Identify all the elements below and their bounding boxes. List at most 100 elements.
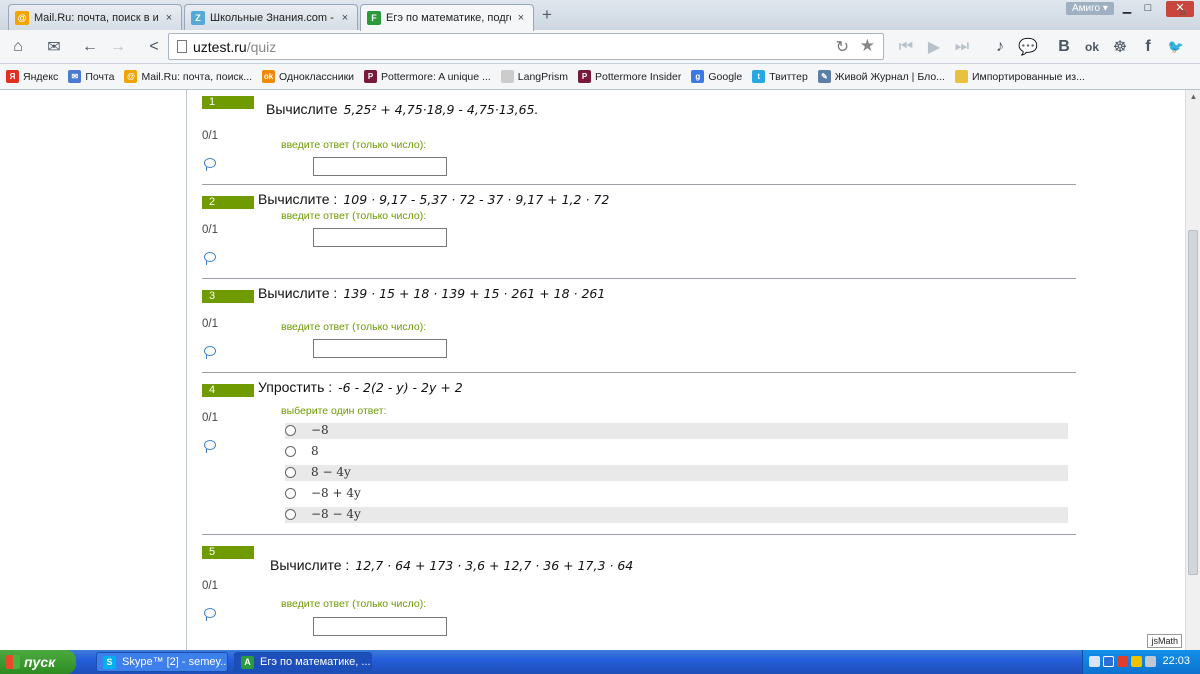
games-icon[interactable]: ☸ bbox=[1106, 33, 1134, 61]
comment-icon[interactable] bbox=[204, 608, 216, 621]
bookmark-item[interactable]: t Твиттер bbox=[752, 70, 808, 83]
media-prev-icon[interactable]: ⏮ bbox=[892, 33, 920, 61]
taskbar-item-label: Skype™ [2] - semey... bbox=[122, 656, 228, 668]
scroll-thumb[interactable] bbox=[1188, 230, 1198, 575]
bookmark-item[interactable]: ✉ Почта bbox=[68, 70, 114, 83]
answer-option[interactable]: −8 bbox=[285, 423, 1068, 439]
question-number: 5 bbox=[202, 546, 254, 559]
star-icon[interactable]: ★ bbox=[860, 36, 875, 56]
odnoklassniki-icon[interactable]: ok bbox=[1078, 33, 1106, 61]
bookmark-item[interactable]: LangPrism bbox=[500, 70, 568, 83]
score-badge: 0/1 bbox=[202, 580, 218, 592]
start-button[interactable]: пуск bbox=[0, 650, 76, 674]
comment-icon[interactable] bbox=[204, 252, 216, 265]
tab-uztest[interactable]: F Егэ по математике, подготов × bbox=[360, 4, 534, 31]
question-text: Вычислите : 12,7 · 64 + 173 · 3,6 + 12,7 … bbox=[270, 557, 633, 573]
bookmark-item[interactable]: ok Одноклассники bbox=[262, 70, 354, 83]
bookmark-label: Одноклассники bbox=[279, 70, 355, 83]
tray-arrow-icon[interactable] bbox=[1089, 656, 1100, 667]
answer-option[interactable]: −8 − 4y bbox=[285, 507, 1068, 523]
score-badge: 0/1 bbox=[202, 318, 218, 330]
close-icon[interactable]: × bbox=[515, 12, 527, 24]
scroll-up-arrow-icon[interactable]: ▲ bbox=[1188, 92, 1199, 103]
question-text: Вычислите : 139 · 15 + 18 · 139 + 15 · 26… bbox=[258, 285, 605, 301]
jsmath-button[interactable]: jsMath bbox=[1147, 634, 1182, 648]
media-next-icon[interactable]: ⏭ bbox=[948, 33, 976, 61]
tab-title: Егэ по математике, подготов bbox=[386, 12, 511, 24]
share-icon[interactable]: < bbox=[140, 33, 168, 61]
maximize-button[interactable]: □ bbox=[1139, 1, 1157, 17]
taskbar-item-browser[interactable]: A Егэ по математике, ... bbox=[234, 652, 372, 672]
bookmark-item[interactable]: g Google bbox=[691, 70, 742, 83]
close-icon[interactable]: × bbox=[339, 12, 351, 24]
question-5: 5 Вычислите : 12,7 · 64 + 173 · 3,6 + 12,7… bbox=[202, 546, 1074, 650]
home-icon[interactable]: ⌂ bbox=[4, 33, 32, 61]
answer-option[interactable]: 8 bbox=[285, 444, 1068, 460]
chat-icon[interactable]: 💬 bbox=[1014, 33, 1042, 61]
question-number: 3 bbox=[202, 290, 254, 303]
znanija-icon: Z bbox=[191, 10, 205, 25]
question-expression: 139 · 15 + 18 · 139 + 15 · 261 + 18 · 26… bbox=[343, 286, 606, 301]
windows-flag-icon bbox=[6, 655, 20, 669]
minimize-button[interactable]: ▁ bbox=[1118, 1, 1136, 17]
tab-znanija[interactable]: Z Школьные Знания.com - Реш × bbox=[184, 4, 358, 30]
bookmark-item[interactable]: ✎ Живой Журнал | Бло... bbox=[817, 70, 945, 83]
bookmark-item[interactable]: P Pottermore Insider bbox=[577, 70, 682, 83]
bookmark-item[interactable]: Импортированные из... bbox=[954, 70, 1085, 83]
vk-icon[interactable]: B bbox=[1050, 33, 1078, 61]
antivirus-icon[interactable] bbox=[1117, 656, 1128, 667]
tab-title: Школьные Знания.com - Реш bbox=[210, 11, 335, 24]
radio-button[interactable] bbox=[285, 446, 296, 457]
comment-icon[interactable] bbox=[204, 440, 216, 453]
question-number: 1 bbox=[202, 96, 254, 109]
back-button[interactable]: ← bbox=[76, 33, 104, 61]
radio-button[interactable] bbox=[285, 488, 296, 499]
facebook-icon[interactable]: f bbox=[1134, 33, 1162, 61]
twitter-icon[interactable]: 🐦 bbox=[1162, 33, 1190, 61]
toolbar: ⌂ ✉ ← → < uztest.ru /quiz ↻ ★ ⏮ ▶ ⏭ ♪ 💬 … bbox=[0, 30, 1200, 64]
answer-input[interactable] bbox=[313, 617, 447, 636]
bookmark-label: Pottermore Insider bbox=[594, 70, 682, 83]
bookmark-label: Pottermore: A unique ... bbox=[381, 70, 491, 83]
close-icon[interactable]: × bbox=[163, 12, 175, 24]
taskbar-item-skype[interactable]: S Skype™ [2] - semey... bbox=[96, 652, 228, 672]
question-label: Вычислите bbox=[266, 101, 338, 117]
bookmarks-overflow-icon[interactable]: » bbox=[1179, 5, 1186, 19]
profile-menu[interactable]: Амиго ▾ bbox=[1066, 2, 1114, 15]
comment-icon[interactable] bbox=[204, 158, 216, 171]
url-host: uztest.ru bbox=[193, 38, 247, 55]
new-tab-button[interactable]: + bbox=[536, 5, 558, 27]
clock: 22:03 bbox=[1162, 655, 1190, 667]
bookmark-item[interactable]: P Pottermore: A unique ... bbox=[364, 70, 491, 83]
mail-icon[interactable]: ✉ bbox=[40, 33, 68, 61]
answer-input[interactable] bbox=[313, 339, 447, 358]
skype-tray-icon[interactable] bbox=[1103, 656, 1114, 667]
comment-icon[interactable] bbox=[204, 346, 216, 359]
radio-button[interactable] bbox=[285, 425, 296, 436]
answer-input[interactable] bbox=[313, 157, 447, 176]
option-label: 8 − 4y bbox=[311, 465, 351, 479]
skype-icon: S bbox=[103, 655, 116, 669]
bookmark-item[interactable]: Я Яндекс bbox=[6, 70, 58, 83]
address-bar[interactable]: uztest.ru /quiz ↻ ★ bbox=[168, 33, 884, 60]
bookmark-item[interactable]: @ Mail.Ru: почта, поиск... bbox=[124, 70, 252, 83]
bookmark-label: Твиттер bbox=[769, 70, 808, 83]
tab-mailru[interactable]: @ Mail.Ru: почта, поиск в интер × bbox=[8, 4, 182, 30]
score-badge: 0/1 bbox=[202, 224, 218, 236]
media-play-icon[interactable]: ▶ bbox=[920, 33, 948, 61]
scrollbar[interactable]: ▲ bbox=[1185, 90, 1200, 650]
answer-prompt: введите ответ (только число): bbox=[281, 139, 427, 151]
answer-option[interactable]: 8 − 4y bbox=[285, 465, 1068, 481]
radio-button[interactable] bbox=[285, 467, 296, 478]
option-label: −8 − 4y bbox=[311, 507, 361, 521]
music-icon[interactable]: ♪ bbox=[986, 33, 1014, 61]
answer-input[interactable] bbox=[313, 228, 447, 247]
answer-option[interactable]: −8 + 4y bbox=[285, 486, 1068, 502]
forward-button[interactable]: → bbox=[104, 33, 132, 61]
question-expression: -6 - 2(2 - y) - 2y + 2 bbox=[338, 380, 463, 395]
taskbar-item-label: Егэ по математике, ... bbox=[260, 656, 371, 668]
network-icon[interactable] bbox=[1131, 656, 1142, 667]
radio-button[interactable] bbox=[285, 509, 296, 520]
reload-icon[interactable]: ↻ bbox=[836, 37, 849, 57]
volume-icon[interactable] bbox=[1145, 656, 1156, 667]
